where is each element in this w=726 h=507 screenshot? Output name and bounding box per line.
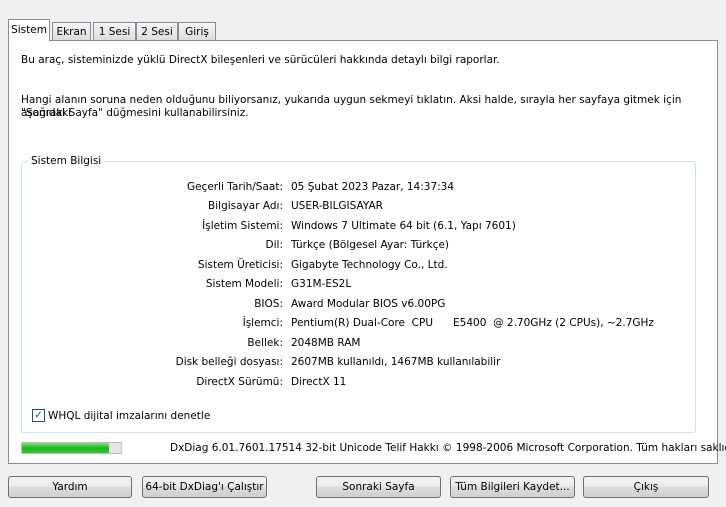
tab-system[interactable]: Sistem: [8, 19, 50, 41]
intro-text-3: "Sonraki Sayfa" düğmesini kullanabilirsi…: [21, 107, 249, 119]
run-64bit-dxdiag-button[interactable]: 64-bit DxDiag'ı Çalıştır: [142, 476, 267, 498]
info-row-manufacturer: Sistem Üreticisi: Gigabyte Technology Co…: [21, 257, 696, 273]
info-row-page-file: Disk belleği dosyası: 2607MB kullanıldı,…: [21, 354, 696, 370]
info-value: DirectX 11: [291, 376, 347, 388]
info-value: G31M-ES2L: [291, 278, 352, 290]
info-label: Bilgisayar Adı:: [208, 200, 283, 212]
info-label: Disk belleği dosyası:: [175, 356, 283, 368]
info-label: Dil:: [265, 239, 283, 251]
checkmark-icon: ✓: [34, 410, 43, 421]
info-row-datetime: Geçerli Tarih/Saat: 05 Şubat 2023 Pazar,…: [21, 179, 696, 195]
whql-checkbox-label[interactable]: WHQL dijital imzalarını denetle: [48, 409, 210, 423]
save-all-info-button[interactable]: Tüm Bilgileri Kaydet...: [450, 476, 575, 498]
info-label: BIOS:: [254, 298, 283, 310]
info-label: Geçerli Tarih/Saat:: [186, 181, 283, 193]
info-label: İşlemci:: [242, 317, 283, 329]
tab-input[interactable]: Giriş: [178, 22, 216, 40]
whql-checkbox[interactable]: ✓: [32, 409, 45, 422]
info-value: 2607MB kullanıldı, 1467MB kullanılabilir: [291, 356, 501, 368]
info-value: Türkçe (Bölgesel Ayar: Türkçe): [291, 239, 450, 251]
info-row-memory: Bellek: 2048MB RAM: [21, 335, 696, 351]
info-label: DirectX Sürümü:: [196, 376, 283, 388]
info-row-model: Sistem Modeli: G31M-ES2L: [21, 276, 696, 292]
info-row-os: İşletim Sistemi: Windows 7 Ultimate 64 b…: [21, 218, 696, 234]
info-value: Windows 7 Ultimate 64 bit (6.1, Yapı 760…: [291, 220, 516, 232]
info-value: 05 Şubat 2023 Pazar, 14:37:34: [291, 181, 455, 193]
info-value: USER-BILGISAYAR: [291, 200, 383, 212]
system-tab-panel: Bu araç, sisteminizde yüklü DirectX bile…: [8, 40, 726, 464]
info-row-language: Dil: Türkçe (Bölgesel Ayar: Türkçe): [21, 237, 696, 253]
intro-text-1: Bu araç, sisteminizde yüklü DirectX bile…: [21, 54, 500, 66]
info-value: 2048MB RAM: [291, 337, 361, 349]
info-value: Gigabyte Technology Co., Ltd.: [291, 259, 448, 271]
exit-button[interactable]: Çıkış: [583, 476, 709, 498]
progress-bar: [21, 442, 122, 454]
info-row-bios: BIOS: Award Modular BIOS v6.00PG: [21, 296, 696, 312]
info-label: İşletim Sistemi:: [202, 220, 283, 232]
info-label: Sistem Modeli:: [205, 278, 283, 290]
progress-bar-fill: [22, 443, 110, 453]
info-row-computer-name: Bilgisayar Adı: USER-BILGISAYAR: [21, 198, 696, 214]
info-value: Award Modular BIOS v6.00PG: [291, 298, 446, 310]
info-value: Pentium(R) Dual-Core CPU E5400 @ 2.70GHz…: [291, 317, 654, 329]
tab-display[interactable]: Ekran: [52, 22, 91, 40]
copyright-text: DxDiag 6.01.7601.17514 32-bit Unicode Te…: [170, 442, 726, 454]
next-page-button[interactable]: Sonraki Sayfa: [316, 476, 441, 498]
info-label: Bellek:: [247, 337, 283, 349]
info-label: Sistem Üreticisi:: [197, 259, 283, 271]
tab-sound-1[interactable]: 1 Sesi: [93, 22, 136, 40]
tab-sound-2[interactable]: 2 Sesi: [136, 22, 178, 40]
info-row-directx: DirectX Sürümü: DirectX 11: [21, 374, 696, 390]
info-row-processor: İşlemci: Pentium(R) Dual-Core CPU E5400 …: [21, 315, 696, 331]
help-button[interactable]: Yardım: [8, 476, 132, 498]
system-info-title: Sistem Bilgisi: [28, 155, 105, 167]
